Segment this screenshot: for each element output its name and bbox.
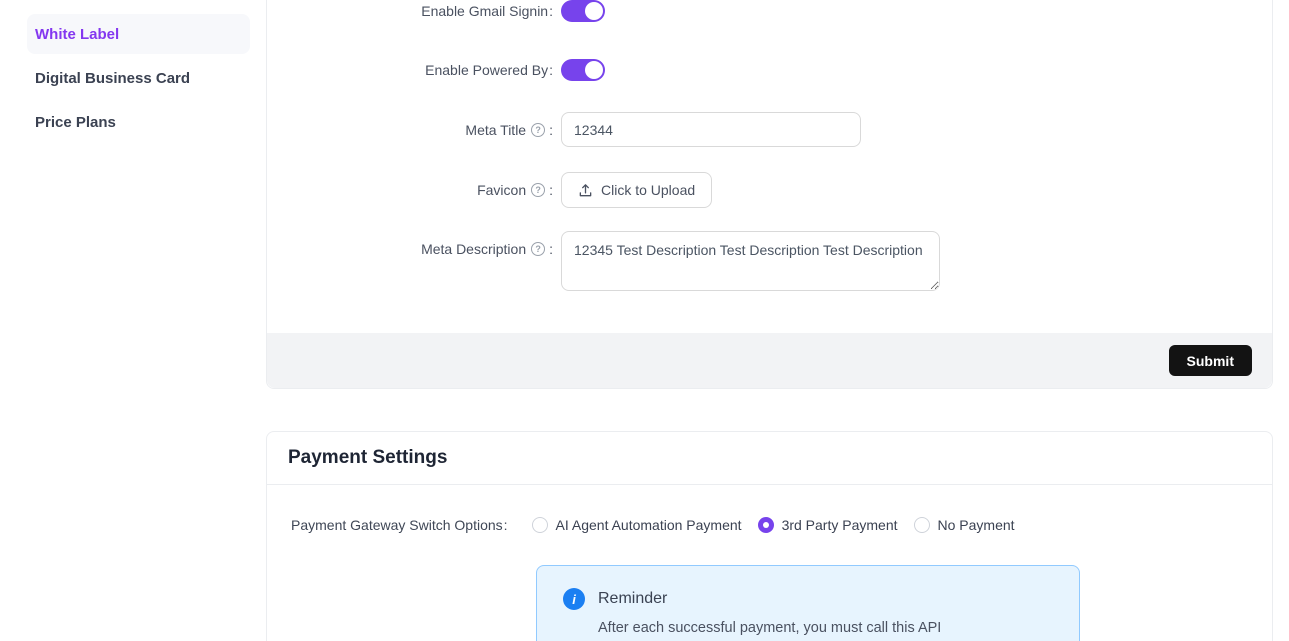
help-icon[interactable]: ? [531,123,545,137]
sidebar-item-digital-business-card[interactable]: Digital Business Card [27,58,250,98]
label-colon: : [549,122,553,138]
gmail-signin-label-text: Enable Gmail Signin [421,3,548,19]
payment-settings-body: Payment Gateway Switch Options: AI Agent… [267,485,1272,641]
radio-option-label: 3rd Party Payment [782,517,898,533]
radio-option-ai-agent-automation-payment[interactable]: AI Agent Automation Payment [532,517,742,533]
form-row-gmail-signin: Enable Gmail Signin: [267,0,1272,22]
radio-option-label: No Payment [938,517,1015,533]
white-label-card: Enable Gmail Signin: Enable Powered By: … [266,0,1273,389]
label-colon: : [549,241,553,257]
powered-by-toggle[interactable] [561,59,605,81]
favicon-label-text: Favicon [477,182,526,198]
sidebar-nav: White Label Digital Business Card Price Pl… [0,0,266,641]
form-row-meta-title: Meta Title ? : [267,112,1272,147]
payment-gateway-radio-group: AI Agent Automation Payment 3rd Party Pay… [516,517,1015,533]
label-colon: : [549,3,553,19]
upload-icon [578,183,593,198]
reminder-title: Reminder [598,590,667,608]
info-icon: i [563,588,585,610]
payment-gateway-row: Payment Gateway Switch Options: AI Agent… [291,517,1272,533]
form-row-meta-description: Meta Description ? : 12345 Test Descript… [267,231,1272,291]
sidebar-item-label: Price Plans [35,114,116,131]
radio-unselected-icon[interactable] [914,517,930,533]
powered-by-label: Enable Powered By: [267,62,561,78]
radio-unselected-icon[interactable] [532,517,548,533]
favicon-upload-button[interactable]: Click to Upload [561,172,712,208]
meta-description-label: Meta Description ? : [267,241,561,257]
toggle-knob [585,2,603,20]
form-row-powered-by: Enable Powered By: [267,59,1272,81]
payment-settings-title: Payment Settings [288,447,447,469]
meta-title-label-text: Meta Title [465,122,526,138]
radio-option-3rd-party-payment[interactable]: 3rd Party Payment [758,517,898,533]
radio-selected-icon[interactable] [758,517,774,533]
sidebar-item-label: White Label [35,26,119,43]
page: White Label Digital Business Card Price Pl… [0,0,1289,641]
reminder-body: After each successful payment, you must … [598,620,1053,636]
label-colon: : [549,62,553,78]
form-footer: Submit [267,333,1272,388]
reminder-alert: i Reminder After each successful payment… [536,565,1080,641]
label-colon: : [549,182,553,198]
meta-description-textarea[interactable]: 12345 Test Description Test Description … [561,231,940,291]
form-row-favicon: Favicon ? : Click to Upload [267,172,1272,208]
help-icon[interactable]: ? [531,242,545,256]
upload-button-label: Click to Upload [601,182,695,198]
payment-gateway-label: Payment Gateway Switch Options: [291,517,508,533]
payment-settings-card: Payment Settings Payment Gateway Switch … [266,431,1273,641]
meta-title-input[interactable] [561,112,861,147]
favicon-label: Favicon ? : [267,182,561,198]
reminder-head: i Reminder [563,588,1053,610]
meta-description-label-text: Meta Description [421,241,526,257]
meta-title-label: Meta Title ? : [267,122,561,138]
white-label-form: Enable Gmail Signin: Enable Powered By: … [267,0,1272,333]
radio-option-label: AI Agent Automation Payment [556,517,742,533]
powered-by-label-text: Enable Powered By [425,62,548,78]
sidebar-item-label: Digital Business Card [35,70,190,87]
sidebar-item-white-label[interactable]: White Label [27,14,250,54]
gmail-signin-label: Enable Gmail Signin: [267,3,561,19]
sidebar-item-price-plans[interactable]: Price Plans [27,102,250,142]
submit-button[interactable]: Submit [1169,345,1252,376]
toggle-knob [585,61,603,79]
gmail-signin-toggle[interactable] [561,0,605,22]
payment-settings-header: Payment Settings [267,432,1272,485]
radio-option-no-payment[interactable]: No Payment [914,517,1015,533]
help-icon[interactable]: ? [531,183,545,197]
